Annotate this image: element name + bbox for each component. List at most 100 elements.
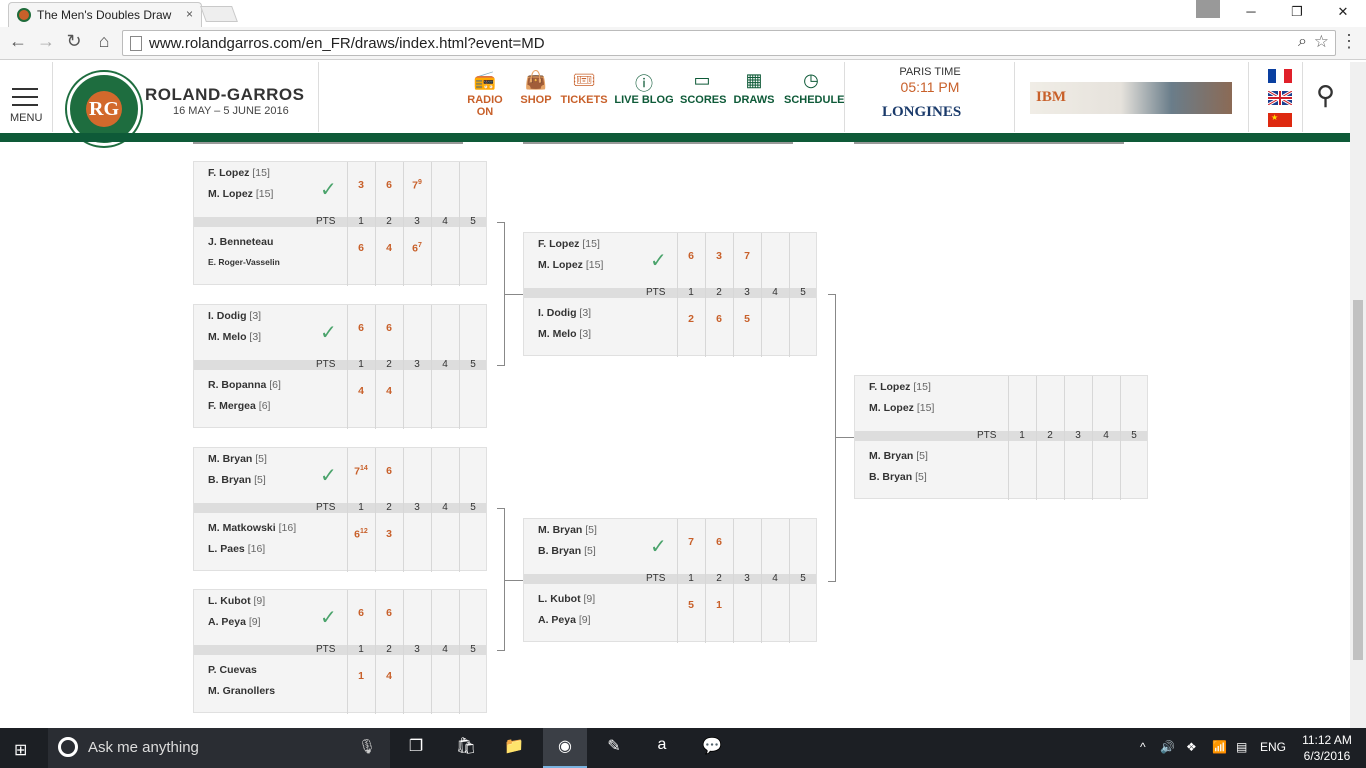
player-name[interactable]: A. Peya [9] xyxy=(208,616,261,628)
nav-live-blog[interactable]: ⓘ LIVE BLOG xyxy=(614,70,674,106)
forward-arrow-icon[interactable]: → xyxy=(34,31,58,52)
match-card[interactable]: F. Lopez [15] M. Lopez [15] ✓ 6 3 7 PTS 1 2 3 4 5 I.… xyxy=(523,232,817,357)
nav-scores[interactable]: ▭ SCORES xyxy=(680,70,726,106)
hamburger-menu-icon[interactable] xyxy=(12,88,38,112)
search-icon[interactable]: ⚲ xyxy=(1316,80,1335,111)
player-name[interactable]: M. Lopez [15] xyxy=(538,259,603,271)
player-name[interactable]: I. Dodig [3] xyxy=(208,310,261,322)
volume-icon[interactable]: 🔊 xyxy=(1160,740,1175,754)
match-card[interactable]: F. Lopez [15] M. Lopez [15] PTS 1 2 3 4 5 M. Bry… xyxy=(854,375,1148,500)
user-profile-icon[interactable] xyxy=(1196,0,1220,18)
tab-close-icon[interactable]: × xyxy=(186,7,193,21)
maximize-button[interactable]: ❐ xyxy=(1274,0,1320,24)
player-name[interactable]: I. Dodig [3] xyxy=(538,307,591,319)
bookmark-star-icon[interactable]: ☆ xyxy=(1314,32,1329,52)
new-tab-button[interactable] xyxy=(200,6,238,22)
player-name[interactable]: M. Bryan [5] xyxy=(869,450,928,462)
reload-icon[interactable]: ↻ xyxy=(62,31,86,52)
player-seed: [6] xyxy=(258,400,271,412)
ibm-ad-banner[interactable]: IBM xyxy=(1030,82,1232,114)
player-name[interactable]: E. Roger-Vasselin xyxy=(208,257,280,267)
player-name[interactable]: L. Kubot [9] xyxy=(208,595,265,607)
score-columns xyxy=(347,305,488,429)
match-card[interactable]: I. Dodig [3] M. Melo [3] ✓ 6 6 PTS 1 2 3 4 5 R. Bop… xyxy=(193,304,488,429)
player-name[interactable]: B. Bryan [5] xyxy=(869,471,927,483)
input-language[interactable]: ENG xyxy=(1260,740,1286,754)
url-input[interactable]: www.rolandgarros.com/en_FR/draws/index.h… xyxy=(122,30,1336,56)
chrome-icon[interactable]: ◉ xyxy=(551,736,579,760)
player-name[interactable]: B. Bryan [5] xyxy=(208,474,266,486)
action-center-icon[interactable]: ▤ xyxy=(1236,740,1247,754)
player-name[interactable]: M. Lopez [15] xyxy=(208,188,273,200)
nav-tickets[interactable]: 🎟 TICKETS xyxy=(560,70,608,106)
app-icon[interactable]: ✎ xyxy=(600,736,628,760)
english-flag-icon[interactable] xyxy=(1267,89,1293,107)
player-name[interactable]: M. Bryan [5] xyxy=(538,524,597,536)
page-scrollbar[interactable] xyxy=(1350,62,1366,728)
file-explorer-icon[interactable]: 📁 xyxy=(500,736,528,760)
home-icon[interactable]: ⌂ xyxy=(92,31,116,52)
amazon-icon[interactable]: a xyxy=(648,736,676,760)
task-view-icon[interactable]: ❐ xyxy=(402,736,430,760)
chinese-flag-icon[interactable]: ★ xyxy=(1268,113,1292,127)
player-name[interactable]: F. Mergea [6] xyxy=(208,400,270,412)
paris-time: PARIS TIME 05:11 PM xyxy=(880,66,980,95)
player-name[interactable]: M. Matkowski [16] xyxy=(208,522,296,534)
set-column xyxy=(375,448,403,572)
zoom-icon[interactable]: ⌕ xyxy=(1298,33,1307,51)
store-icon[interactable]: 🛍 xyxy=(452,736,480,760)
wifi-icon[interactable]: 📶 xyxy=(1212,740,1227,754)
player-name[interactable]: F. Lopez [15] xyxy=(208,167,270,179)
scrollbar-thumb[interactable] xyxy=(1353,300,1363,660)
set-column xyxy=(789,233,817,357)
cortana-search-box[interactable]: Ask me anything 🎙 xyxy=(48,728,390,768)
match-card[interactable]: M. Bryan [5] B. Bryan [5] ✓ 714 6 PTS 1 2 3 4 5 M. … xyxy=(193,447,487,572)
player-name[interactable]: L. Kubot [9] xyxy=(538,593,595,605)
player-name-text: B. Bryan xyxy=(869,471,913,483)
minimize-button[interactable]: ─ xyxy=(1228,0,1274,24)
info-icon: ⓘ xyxy=(635,74,653,94)
winner-check-icon: ✓ xyxy=(320,179,337,201)
player-name[interactable]: R. Bopanna [6] xyxy=(208,379,281,391)
wechat-icon[interactable]: 💬 xyxy=(698,736,726,760)
nav-radio[interactable]: 📻 RADIO ON xyxy=(458,70,512,118)
player-name[interactable]: M. Bryan [5] xyxy=(208,453,267,465)
player-seed: [9] xyxy=(248,616,261,628)
player-name[interactable]: J. Benneteau xyxy=(208,236,273,248)
player-name-text: M. Lopez xyxy=(538,259,583,271)
nav-draws[interactable]: ▦ DRAWS xyxy=(732,70,776,106)
dropbox-icon[interactable]: ❖ xyxy=(1186,740,1197,754)
match-card[interactable]: L. Kubot [9] A. Peya [9] ✓ 6 6 PTS 1 2 3 4 5 P. Cue… xyxy=(193,589,487,714)
windows-start-icon[interactable]: ⊞ xyxy=(14,740,27,760)
player-name[interactable]: F. Lopez [15] xyxy=(538,238,600,250)
longines-logo[interactable]: LONGINES xyxy=(882,104,961,121)
player-name[interactable]: M. Granollers xyxy=(208,685,275,697)
show-hidden-icons-icon[interactable]: ^ xyxy=(1140,740,1146,754)
back-arrow-icon[interactable]: ← xyxy=(6,31,30,52)
close-window-button[interactable]: ✕ xyxy=(1320,0,1366,24)
microphone-icon[interactable]: 🎙 xyxy=(358,738,376,755)
winner-check-icon: ✓ xyxy=(650,250,667,272)
brand-title[interactable]: ROLAND-GARROS xyxy=(145,85,305,105)
player-name[interactable]: M. Melo [3] xyxy=(538,328,591,340)
nav-shop[interactable]: 👜 SHOP xyxy=(518,70,554,106)
system-clock[interactable]: 11:12 AM 6/3/2016 xyxy=(1296,732,1358,764)
player-name[interactable]: B. Bryan [5] xyxy=(538,545,596,557)
match-card[interactable]: F. Lopez [15] M. Lopez [15] ✓ 3 6 79 PTS 1 2 3 4 5 J… xyxy=(193,161,487,286)
player-name[interactable]: M. Lopez [15] xyxy=(869,402,934,414)
player-name[interactable]: M. Melo [3] xyxy=(208,331,261,343)
player-name[interactable]: F. Lopez [15] xyxy=(869,381,931,393)
player-name[interactable]: L. Paes [16] xyxy=(208,543,265,555)
match-card[interactable]: M. Bryan [5] B. Bryan [5] ✓ 7 6 PTS 1 2 3 4 5 L. Ku… xyxy=(523,518,817,643)
player-name[interactable]: P. Cuevas xyxy=(208,664,257,676)
chrome-menu-icon[interactable]: ⋮ xyxy=(1340,31,1358,52)
pts-label: PTS xyxy=(646,573,666,584)
browser-tab[interactable]: The Men's Doubles Draw × xyxy=(8,2,202,27)
french-flag-icon[interactable] xyxy=(1268,69,1292,83)
set-column xyxy=(375,590,403,714)
menu-label[interactable]: MENU xyxy=(10,112,42,124)
player-name[interactable]: A. Peya [9] xyxy=(538,614,591,626)
bracket-connector-stub xyxy=(505,294,523,295)
player-seed: [5] xyxy=(254,474,266,486)
nav-schedule[interactable]: ◷ SCHEDULE xyxy=(784,70,845,106)
